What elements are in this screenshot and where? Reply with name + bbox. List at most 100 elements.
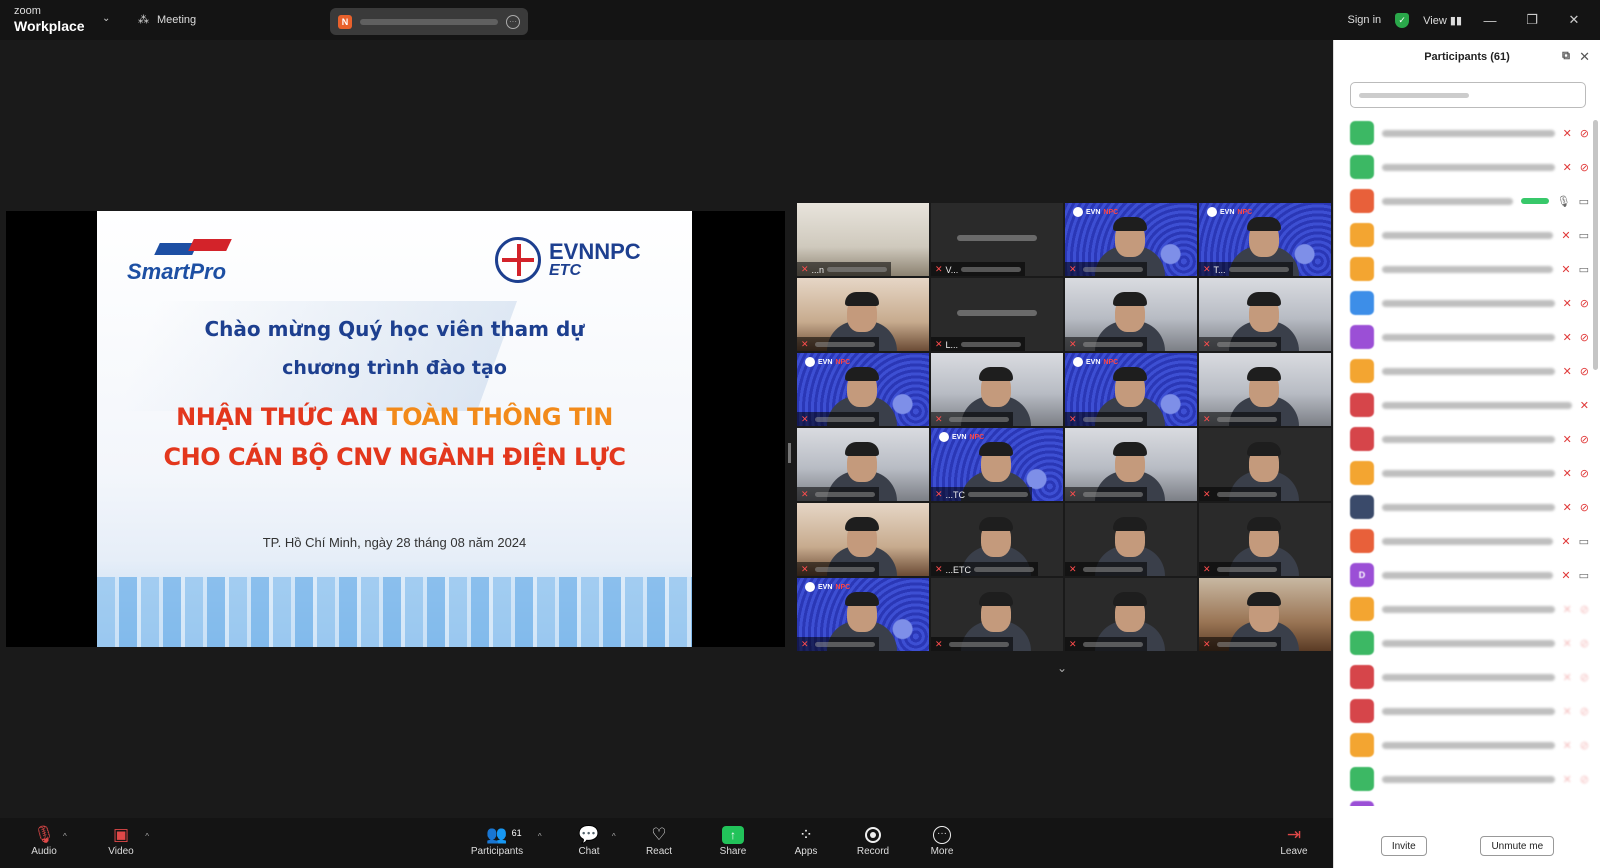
mic-muted-icon[interactable]: ✕: [1563, 433, 1572, 446]
camera-off-icon[interactable]: ⊘: [1580, 637, 1589, 650]
mic-icon[interactable]: 🎙: [1557, 195, 1571, 208]
participant-row[interactable]: ✕ ⊘: [1334, 592, 1600, 626]
close-icon[interactable]: ✕: [1579, 49, 1590, 65]
close-window-icon[interactable]: ✕: [1560, 12, 1588, 28]
video-tile[interactable]: ✕: [797, 428, 929, 501]
video-tile[interactable]: EVN NPC ✕ ...TC: [931, 428, 1063, 501]
mic-muted-icon[interactable]: ✕: [1563, 705, 1572, 718]
mic-muted-icon[interactable]: ✕: [1563, 161, 1572, 174]
video-tile[interactable]: ✕: [1199, 503, 1331, 576]
participant-row[interactable]: ✕ ⊘: [1334, 762, 1600, 796]
video-tile[interactable]: EVN NPC ✕: [797, 353, 929, 426]
chevron-down-icon[interactable]: ⌄: [102, 13, 110, 24]
camera-icon[interactable]: ▭: [1579, 195, 1589, 208]
mic-muted-icon[interactable]: ✕: [1563, 467, 1572, 480]
camera-off-icon[interactable]: ⊘: [1580, 433, 1589, 446]
mic-muted-icon[interactable]: ✕: [1561, 569, 1570, 582]
camera-icon[interactable]: ▭: [1579, 535, 1589, 548]
leave-button[interactable]: ⇥ Leave: [1266, 824, 1322, 857]
participant-row[interactable]: ✕ ⊘: [1334, 150, 1600, 184]
mic-muted-icon[interactable]: ✕: [1580, 399, 1589, 412]
camera-off-icon[interactable]: ⊘: [1580, 467, 1589, 480]
participant-row[interactable]: ✕ ⊘: [1334, 422, 1600, 456]
video-tile[interactable]: ✕: [1065, 503, 1197, 576]
participants-button[interactable]: 👥 61 ^ Participants: [469, 824, 542, 857]
chat-button[interactable]: 💬 ^ Chat: [561, 824, 617, 857]
camera-icon[interactable]: ▭: [1579, 263, 1589, 276]
camera-off-icon[interactable]: ⊘: [1580, 739, 1589, 752]
video-tile[interactable]: ✕: [797, 278, 929, 351]
participant-row[interactable]: ✕ ▭: [1334, 252, 1600, 286]
more-button[interactable]: ··· More: [914, 824, 970, 857]
apps-button[interactable]: ⁘ Apps: [778, 824, 834, 857]
mic-muted-icon[interactable]: ✕: [1563, 501, 1572, 514]
video-button[interactable]: ▣ ^ Video: [93, 824, 149, 857]
camera-off-icon[interactable]: ⊘: [1580, 705, 1589, 718]
restore-icon[interactable]: ❐: [1518, 12, 1546, 28]
video-tile[interactable]: EVN NPC ✕ T...: [1199, 203, 1331, 276]
video-tile[interactable]: ✕: [797, 503, 929, 576]
participant-row[interactable]: ✕ ⊘: [1334, 320, 1600, 354]
mic-muted-icon[interactable]: ✕: [1563, 739, 1572, 752]
gallery-scroll-down-icon[interactable]: ⌄: [1057, 661, 1067, 675]
video-tile[interactable]: EVN NPC ✕: [797, 578, 929, 651]
mic-muted-icon[interactable]: ✕: [1561, 229, 1570, 242]
participant-row[interactable]: ✕ ⊘: [1334, 728, 1600, 762]
split-view-handle[interactable]: [788, 443, 791, 463]
video-tile[interactable]: ✕ V...: [931, 203, 1063, 276]
participant-row[interactable]: ✕ ⊘: [1334, 286, 1600, 320]
video-tile[interactable]: ✕: [1199, 278, 1331, 351]
video-tile[interactable]: ✕: [931, 578, 1063, 651]
participant-row[interactable]: ✕ ▭: [1334, 524, 1600, 558]
camera-off-icon[interactable]: ⊘: [1580, 603, 1589, 616]
camera-icon[interactable]: ▭: [1579, 569, 1589, 582]
mic-muted-icon[interactable]: ✕: [1563, 773, 1572, 786]
mic-muted-icon[interactable]: ✕: [1563, 671, 1572, 684]
video-tile[interactable]: ✕: [1065, 578, 1197, 651]
video-tile[interactable]: EVN NPC ✕: [1065, 203, 1197, 276]
camera-off-icon[interactable]: ⊘: [1580, 671, 1589, 684]
participant-row[interactable]: 🎙 ▭: [1334, 184, 1600, 218]
camera-off-icon[interactable]: ⊘: [1580, 127, 1589, 140]
participant-row[interactable]: ✕ ⊘: [1334, 660, 1600, 694]
mic-muted-icon[interactable]: ✕: [1563, 637, 1572, 650]
view-menu[interactable]: View ▮▮: [1423, 14, 1462, 27]
security-shield-icon[interactable]: ✓: [1395, 12, 1410, 28]
mic-muted-icon[interactable]: ✕: [1563, 127, 1572, 140]
camera-off-icon[interactable]: ⊘: [1580, 365, 1589, 378]
video-tile[interactable]: ✕ ...ETC: [931, 503, 1063, 576]
camera-off-icon[interactable]: ⊘: [1580, 501, 1589, 514]
video-tile[interactable]: ✕ L...: [931, 278, 1063, 351]
meeting-menu[interactable]: ⁂ Meeting: [138, 13, 196, 27]
mic-muted-icon[interactable]: ✕: [1563, 297, 1572, 310]
camera-icon[interactable]: ▭: [1579, 229, 1589, 242]
video-tile[interactable]: ✕: [1199, 353, 1331, 426]
unmute-me-button[interactable]: Unmute me: [1480, 836, 1555, 856]
camera-off-icon[interactable]: ⊘: [1580, 297, 1589, 310]
mic-muted-icon[interactable]: ✕: [1561, 263, 1570, 276]
participant-row[interactable]: ✕: [1334, 388, 1600, 422]
pop-out-icon[interactable]: ⧉: [1562, 50, 1570, 63]
invite-button[interactable]: Invite: [1380, 836, 1427, 856]
record-button[interactable]: Record: [845, 824, 901, 857]
participant-row[interactable]: ✕ ⊘: [1334, 116, 1600, 150]
participant-row[interactable]: ✕ ⊘: [1334, 354, 1600, 388]
sign-in-link[interactable]: Sign in: [1348, 14, 1382, 26]
participant-row[interactable]: D ✕ ▭: [1334, 558, 1600, 592]
mic-muted-icon[interactable]: ✕: [1563, 331, 1572, 344]
participant-row[interactable]: ✕ ⊘: [1334, 694, 1600, 728]
mic-muted-icon[interactable]: ✕: [1561, 535, 1570, 548]
share-button[interactable]: ↑ Share: [705, 824, 761, 857]
chevron-up-icon[interactable]: ^: [145, 826, 149, 848]
mic-muted-icon[interactable]: ✕: [1563, 365, 1572, 378]
chevron-up-icon[interactable]: ^: [612, 826, 616, 848]
participant-row[interactable]: ✕ ⊘: [1334, 626, 1600, 660]
video-tile[interactable]: ✕ ...n: [797, 203, 929, 276]
chevron-up-icon[interactable]: ^: [63, 826, 67, 848]
video-tile[interactable]: ✕: [1199, 578, 1331, 651]
minimize-icon[interactable]: —: [1476, 13, 1504, 28]
more-options-icon[interactable]: ···: [506, 14, 520, 29]
camera-off-icon[interactable]: ⊘: [1580, 331, 1589, 344]
participant-list-scrollbar[interactable]: [1593, 120, 1598, 370]
react-button[interactable]: ♡ React: [631, 824, 687, 857]
